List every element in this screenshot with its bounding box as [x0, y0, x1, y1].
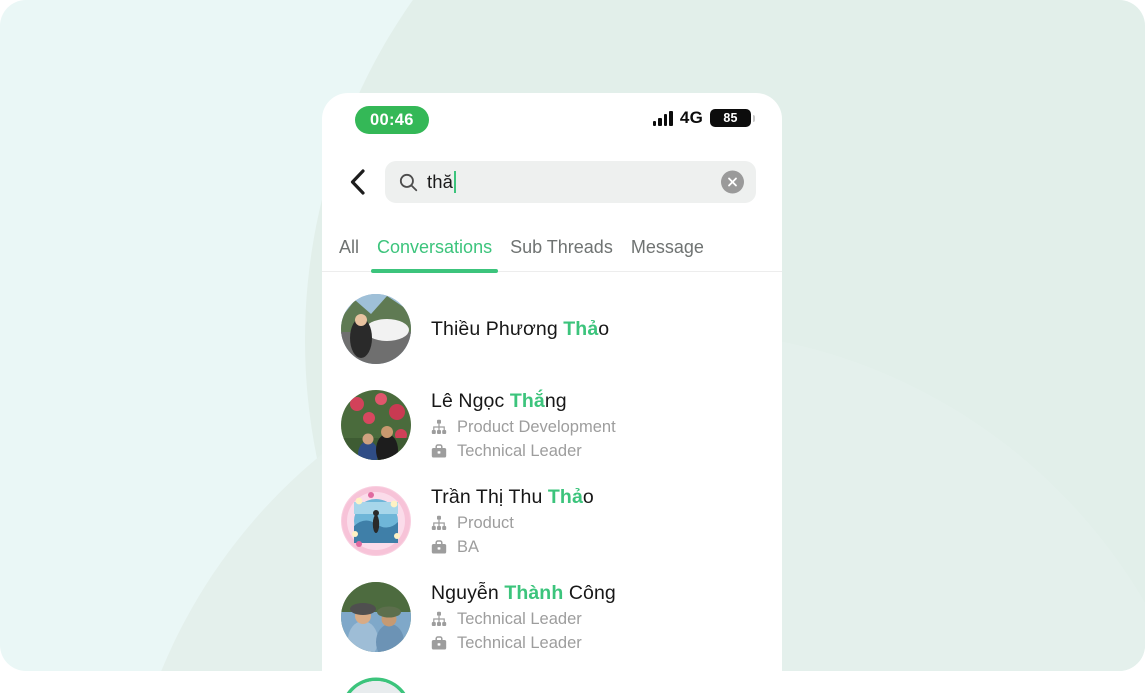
avatar-image [341, 294, 411, 364]
phone-screen: 00:46 4G 85 thă All Conversations Sub Th… [322, 93, 782, 693]
status-bar: 00:46 4G 85 [322, 93, 782, 151]
name-text: Công [563, 581, 616, 604]
search-input[interactable]: thă [385, 161, 756, 203]
search-icon [399, 173, 418, 192]
department-row: Technical Leader [431, 610, 764, 629]
status-indicators: 4G 85 [652, 108, 755, 128]
status-time: 00:46 [355, 106, 429, 134]
clear-search-button[interactable] [721, 170, 744, 194]
job-title-label: BA [457, 537, 480, 556]
briefcase-icon [431, 636, 447, 650]
battery-level-label: 85 [710, 109, 751, 127]
briefcase-icon [431, 635, 448, 651]
avatar[interactable] [341, 390, 411, 460]
job-title-row: Technical Leader [431, 634, 764, 653]
tab-conversations[interactable]: Conversations [368, 237, 501, 273]
department-label: Technical Leader [457, 609, 582, 628]
result-info: Nguyễn Thành Công Technical Leader Technic… [431, 582, 764, 653]
search-value: thă [427, 171, 454, 192]
briefcase-icon [431, 443, 448, 459]
briefcase-icon [431, 444, 447, 458]
department-label: Product Development [457, 417, 616, 436]
text-cursor [454, 171, 457, 193]
search-result-row[interactable]: Nguyễn Thành Công Technical Leader Technic… [322, 569, 782, 665]
briefcase-icon [431, 539, 448, 555]
sitemap-icon [431, 419, 448, 435]
chevron-left-icon [350, 169, 365, 195]
network-type-label: 4G [679, 108, 703, 127]
search-result-row[interactable]: Nguyễn Thanh Tuấn [322, 665, 782, 693]
sitemap-icon [431, 611, 447, 626]
department-row: Product Development [431, 418, 764, 437]
briefcase-icon [431, 540, 447, 554]
name-match-highlight: Thả [547, 485, 583, 508]
back-button[interactable] [338, 163, 376, 201]
name-text: Trần Thị Thu [431, 485, 548, 508]
signal-bars-icon [652, 110, 673, 126]
contact-name: Lê Ngọc Thắng [431, 390, 764, 413]
battery-icon: 85 [710, 109, 755, 127]
avatar[interactable] [341, 678, 411, 693]
job-title-label: Technical Leader [457, 441, 582, 460]
sitemap-icon [431, 515, 448, 531]
name-text: o [598, 317, 610, 340]
search-result-row[interactable]: Trần Thị Thu Thảo Product BA [322, 473, 782, 569]
avatar-image [341, 390, 411, 460]
search-result-row[interactable]: Thiều Phương Thảo [322, 281, 782, 377]
avatar[interactable] [341, 486, 411, 556]
department-label: Product [457, 513, 514, 532]
job-title-label: Technical Leader [457, 633, 582, 652]
close-icon [728, 177, 737, 187]
search-results-list: Thiều Phương Thảo Lê Ngọc Thắng Product De… [322, 272, 782, 693]
avatar-image-with-story-ring [344, 681, 408, 693]
tab-message[interactable]: Message [622, 237, 713, 271]
job-title-row: BA [431, 538, 764, 557]
tab-all[interactable]: All [330, 237, 368, 271]
search-result-row[interactable]: Lê Ngọc Thắng Product Development Technica… [322, 377, 782, 473]
name-text: ng [544, 389, 567, 412]
avatar-image [341, 582, 411, 652]
contact-name: Nguyễn Thành Công [431, 582, 764, 605]
tab-sub-threads[interactable]: Sub Threads [501, 237, 622, 271]
sitemap-icon [431, 515, 447, 530]
avatar[interactable] [341, 582, 411, 652]
name-text: Lê Ngọc [431, 389, 510, 412]
result-info: Lê Ngọc Thắng Product Development Technica… [431, 390, 764, 461]
search-bar: thă [322, 151, 782, 213]
job-title-row: Technical Leader [431, 442, 764, 461]
result-info: Trần Thị Thu Thảo Product BA [431, 486, 764, 557]
search-filter-tabs: All Conversations Sub Threads Message [322, 213, 782, 273]
name-text: Thiều Phương [431, 317, 564, 340]
contact-name: Thiều Phương Thảo [431, 318, 764, 341]
avatar-image [341, 486, 411, 556]
avatar[interactable] [341, 294, 411, 364]
sitemap-icon [431, 419, 447, 434]
department-row: Product [431, 514, 764, 533]
name-match-highlight: Thả [563, 317, 599, 340]
name-text: o [582, 485, 594, 508]
name-match-highlight: Thắ [509, 389, 545, 412]
sitemap-icon [431, 611, 448, 627]
result-info: Thiều Phương Thảo [431, 318, 764, 341]
contact-name: Trần Thị Thu Thảo [431, 486, 764, 509]
name-text: Nguyễn [431, 581, 505, 604]
battery-cap [752, 114, 755, 122]
name-match-highlight: Thành [504, 581, 564, 604]
